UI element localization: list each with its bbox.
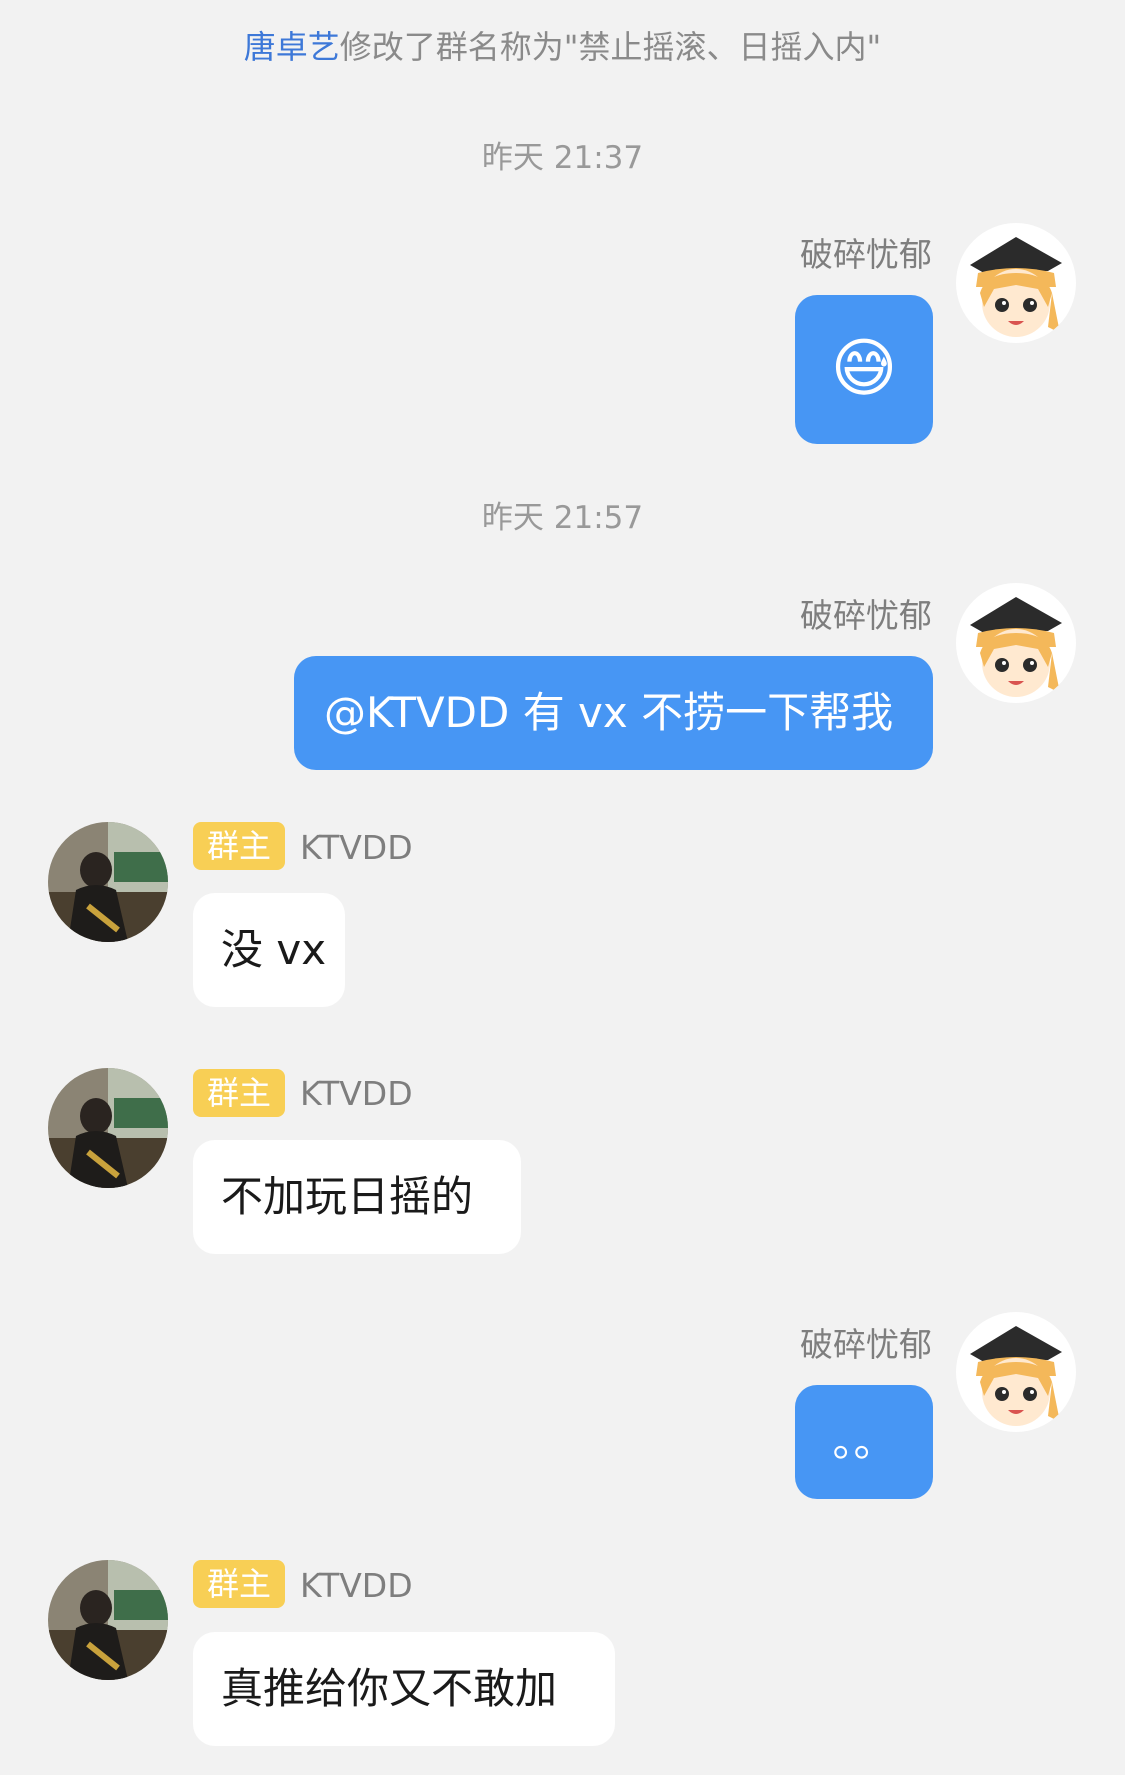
avatar-ktvdd[interactable] <box>48 1560 168 1680</box>
avatar-self[interactable] <box>956 583 1076 703</box>
anime-avatar-icon <box>956 583 1076 703</box>
sender-name: 破碎忧郁 <box>800 1325 932 1364</box>
sender-name: KTVDD <box>300 1074 413 1113</box>
group-owner-badge: 群主 <box>193 822 286 870</box>
message-bubble-self[interactable]: 。。 <box>795 1385 933 1499</box>
message-bubble-other[interactable]: 不加玩日摇的 <box>193 1140 521 1254</box>
photo-avatar-icon <box>48 1560 168 1680</box>
avatar-ktvdd[interactable] <box>48 1068 168 1188</box>
group-owner-badge: 群主 <box>193 1069 286 1117</box>
message-bubble-self[interactable]: 😅 <box>795 295 933 444</box>
photo-avatar-icon <box>48 1068 168 1188</box>
anime-avatar-icon <box>956 1312 1076 1432</box>
avatar-self[interactable] <box>956 223 1076 343</box>
avatar-ktvdd[interactable] <box>48 822 168 942</box>
sender-name: KTVDD <box>300 828 413 867</box>
sender-name: 破碎忧郁 <box>800 235 932 274</box>
message-bubble-self[interactable]: @KTVDD 有 vx 不捞一下帮我 <box>294 656 933 770</box>
timestamp: 昨天 21:57 <box>481 500 644 536</box>
group-owner-badge: 群主 <box>193 1560 286 1608</box>
message-bubble-other[interactable]: 没 vx <box>193 893 345 1007</box>
sender-name: KTVDD <box>300 1566 413 1605</box>
system-notice-text: 修改了群名称为"禁止摇滚、日摇入内" <box>339 28 882 66</box>
sender-name: 破碎忧郁 <box>800 596 932 635</box>
system-notice: 唐卓艺修改了群名称为"禁止摇滚、日摇入内" <box>0 22 1125 68</box>
anime-avatar-icon <box>956 223 1076 343</box>
photo-avatar-icon <box>48 822 168 942</box>
system-notice-actor[interactable]: 唐卓艺 <box>244 28 340 66</box>
message-bubble-other[interactable]: 真推给你又不敢加 <box>193 1632 615 1746</box>
avatar-self[interactable] <box>956 1312 1076 1432</box>
timestamp: 昨天 21:37 <box>481 140 644 176</box>
